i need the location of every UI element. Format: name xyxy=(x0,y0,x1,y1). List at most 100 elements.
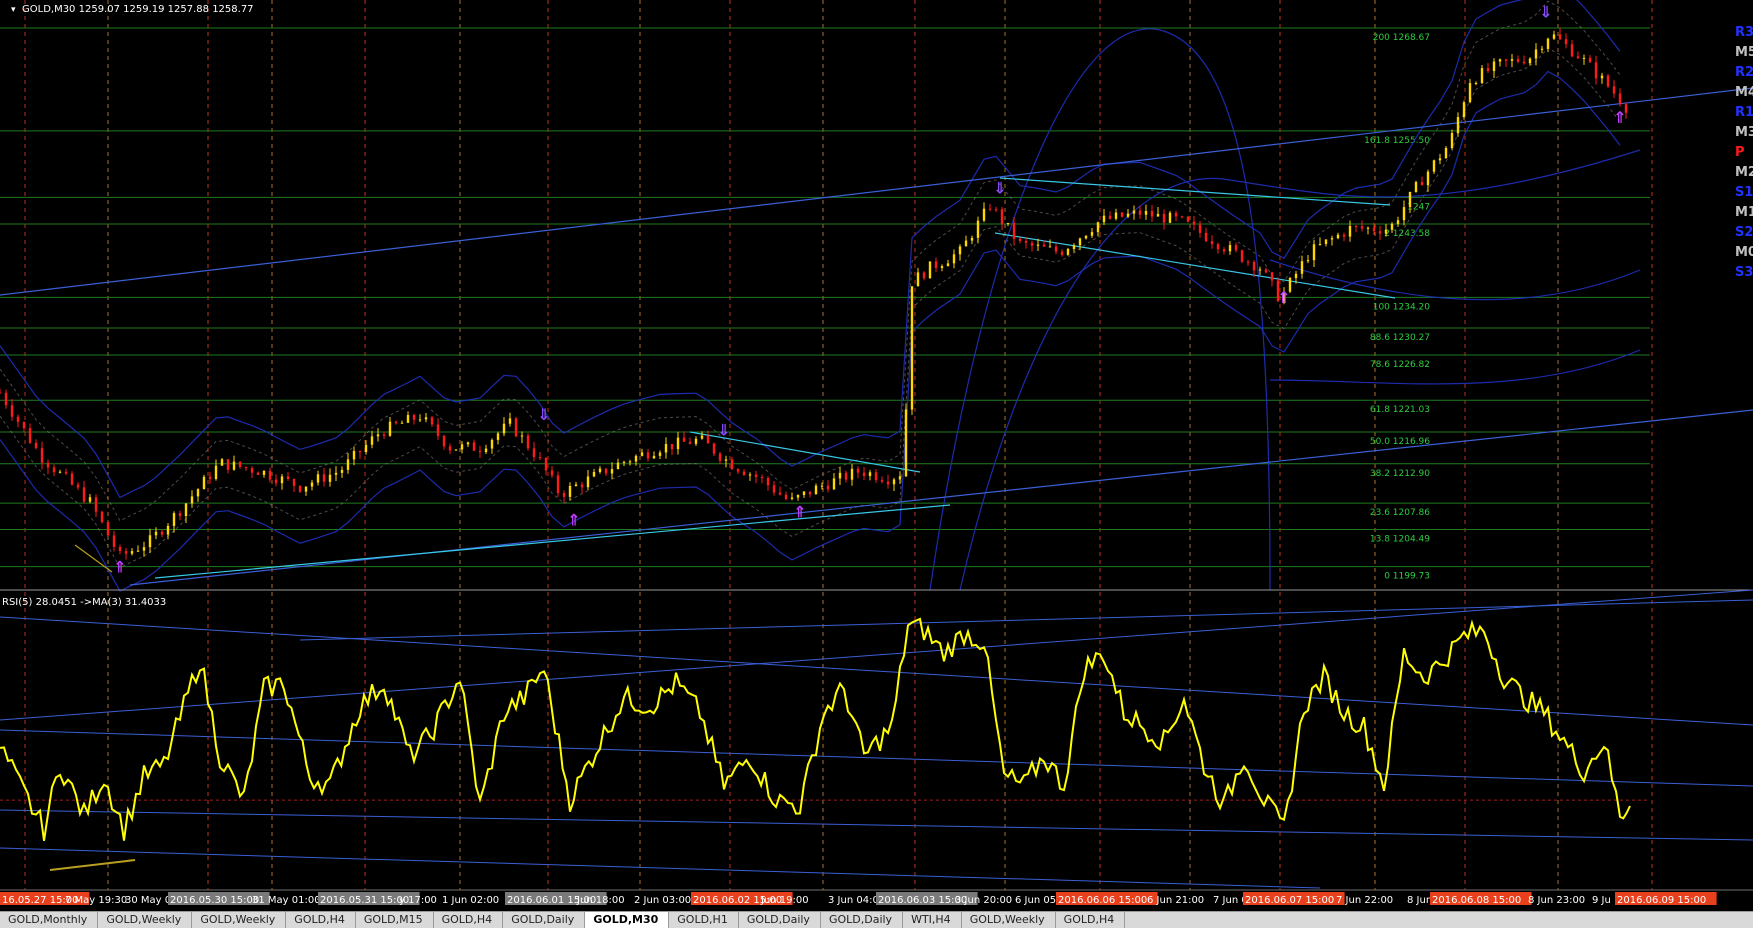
candle-body xyxy=(772,485,776,493)
chart-tab[interactable]: GOLD,M30 xyxy=(585,912,670,928)
pivot-label: R3 xyxy=(1735,25,1753,40)
candle-body xyxy=(1156,213,1160,217)
candle-body xyxy=(1420,182,1424,186)
candle-body xyxy=(1498,59,1502,62)
candle-body xyxy=(1204,232,1208,242)
candle-body xyxy=(544,458,548,471)
candle-body xyxy=(634,455,638,462)
candle-body xyxy=(1174,212,1178,217)
candle-body xyxy=(1576,56,1580,59)
pivot-label: M0 xyxy=(1735,245,1753,260)
candle-body xyxy=(796,495,800,498)
candle-body xyxy=(1612,86,1616,94)
candle-body xyxy=(268,470,272,480)
candle-body xyxy=(376,434,380,437)
candle-body xyxy=(106,522,110,536)
candle-body xyxy=(70,473,74,485)
candle-body xyxy=(970,237,974,241)
chart-tab[interactable]: GOLD,Daily xyxy=(821,912,904,928)
candle-body xyxy=(1342,234,1346,237)
pivot-label: M2 xyxy=(1735,165,1753,180)
candle-body xyxy=(814,485,818,495)
time-axis-label: 9 Ju xyxy=(1592,895,1611,906)
candle-body xyxy=(676,437,680,450)
fib-level-label: 100 1234.20 xyxy=(1373,302,1431,312)
candle-body xyxy=(664,444,668,453)
candle-body xyxy=(1114,212,1118,219)
candle-body xyxy=(724,459,728,461)
candle-body xyxy=(172,513,176,526)
candle-body xyxy=(1180,216,1184,218)
candle-body xyxy=(1534,49,1538,59)
time-axis-label: 7 Jun 0 xyxy=(1213,895,1248,906)
candle-body xyxy=(202,476,206,490)
candle-body xyxy=(460,444,464,450)
candle-body xyxy=(964,240,968,247)
candle-body xyxy=(880,480,884,482)
candle-body xyxy=(1072,245,1076,249)
chart-tab[interactable]: GOLD,M15 xyxy=(356,912,434,928)
candle-body xyxy=(352,451,356,460)
candle-body xyxy=(784,494,788,499)
candle-body xyxy=(88,497,92,502)
fib-level-label: 13.8 1204.49 xyxy=(1370,534,1430,544)
candle-body xyxy=(1078,238,1082,246)
candle-body xyxy=(1030,242,1034,246)
candle-body xyxy=(622,461,626,463)
candle-body xyxy=(364,444,368,453)
fib-level-label: 61.8 1221.03 xyxy=(1370,405,1430,415)
pivot-label: M4 xyxy=(1735,85,1753,100)
chart-window[interactable]: 200 1268.67161.8 1255.5012472 1243.58100… xyxy=(0,0,1753,927)
candle-body xyxy=(184,503,188,517)
candle-body xyxy=(1402,207,1406,221)
candle-body xyxy=(1144,210,1148,215)
candle-body xyxy=(592,471,596,477)
candle-body xyxy=(1510,59,1514,61)
candle-body xyxy=(808,491,812,495)
candle-body xyxy=(1336,234,1340,239)
candle-body xyxy=(1474,82,1478,84)
candle-body xyxy=(1006,222,1010,224)
candle-body xyxy=(556,475,560,494)
candle-body xyxy=(1138,210,1142,215)
candle-body xyxy=(958,246,962,255)
fib-level-label: 23.6 1207.86 xyxy=(1370,508,1430,518)
candle-body xyxy=(520,435,524,437)
triangle-icon[interactable]: ▾ xyxy=(11,5,16,15)
time-axis-label: 7 May 19:30 xyxy=(65,895,127,906)
candle-body xyxy=(1552,34,1556,39)
candle-body xyxy=(136,550,140,552)
candle-body xyxy=(298,485,302,492)
chart-tab[interactable]: GOLD,Weekly xyxy=(192,912,287,928)
chart-tab[interactable]: GOLD,H4 xyxy=(286,912,356,928)
candle-body xyxy=(1216,244,1220,250)
candle-body xyxy=(64,471,68,474)
candle-body xyxy=(982,208,986,221)
time-axis-label: 8 Jun xyxy=(1407,895,1432,906)
candle-body xyxy=(100,511,104,523)
candle-body xyxy=(802,491,806,496)
candle-body xyxy=(478,450,482,453)
chart-tab[interactable]: GOLD,Daily xyxy=(503,912,586,928)
candle-body xyxy=(1018,238,1022,241)
candle-body xyxy=(1588,57,1592,63)
time-axis-label: 8 Jun 23:00 xyxy=(1528,895,1585,906)
chart-tab[interactable]: GOLD,Weekly xyxy=(98,912,193,928)
chart-tab[interactable]: GOLD,Daily xyxy=(739,912,821,928)
fib-level-label: 2 1243.58 xyxy=(1384,229,1430,239)
chart-tab[interactable]: WTI,H4 xyxy=(903,912,962,928)
candle-body xyxy=(706,435,710,444)
candle-body xyxy=(1570,44,1574,57)
chart-tab[interactable]: GOLD,H4 xyxy=(1056,912,1126,928)
chart-tab[interactable]: GOLD,Monthly xyxy=(0,912,99,928)
candle-body xyxy=(1450,133,1454,149)
time-axis-label: 7 Jun 22:00 xyxy=(1336,895,1393,906)
time-axis: 16.05.27 15:007 May 19:3030 May 042016.0… xyxy=(0,892,1717,906)
chart-tab[interactable]: GOLD,H4 xyxy=(434,912,504,928)
chart-tab[interactable]: GOLD,Weekly xyxy=(962,912,1056,928)
candle-body xyxy=(316,474,320,483)
chart-tab[interactable]: GOLD,H1 xyxy=(669,912,739,928)
candle-body xyxy=(1084,235,1088,239)
candle-body xyxy=(0,392,2,394)
candle-body xyxy=(874,472,878,481)
